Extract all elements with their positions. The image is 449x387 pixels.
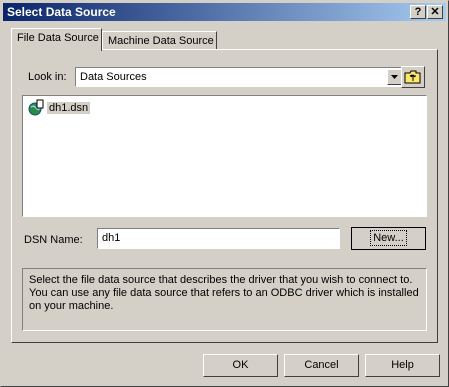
new-button[interactable]: New... — [351, 227, 426, 250]
help-button[interactable]: Help — [365, 354, 440, 377]
tab-panel: Look in: Data Sources dh1.dsn DSN Name: … — [11, 49, 438, 343]
new-button-label: New... — [370, 230, 407, 246]
tab-machine-data-source[interactable]: Machine Data Source — [102, 31, 217, 51]
description-box: Select the file data source that describ… — [22, 268, 427, 331]
help-label: Help — [391, 359, 414, 371]
folder-up-icon — [404, 70, 421, 84]
chevron-down-icon — [391, 75, 398, 79]
dsn-name-label: DSN Name: — [24, 234, 83, 246]
dsn-file-icon — [28, 99, 44, 116]
look-in-select[interactable]: Data Sources — [75, 67, 405, 87]
list-item-label: dh1.dsn — [47, 102, 91, 114]
ok-button[interactable]: OK — [203, 354, 278, 377]
window-title: Select Data Source — [7, 5, 116, 19]
up-one-level-button[interactable] — [401, 66, 425, 88]
close-title-button[interactable]: ✕ — [427, 5, 443, 19]
cancel-label: Cancel — [304, 359, 339, 371]
close-icon: ✕ — [430, 6, 440, 18]
question-icon: ? — [414, 6, 422, 18]
title-bar[interactable]: Select Data Source ? ✕ — [3, 3, 446, 21]
look-in-value: Data Sources — [80, 71, 147, 83]
ok-label: OK — [232, 359, 249, 371]
tab-file-data-source[interactable]: File Data Source — [11, 28, 102, 51]
dsn-name-field[interactable]: dh1 — [97, 228, 340, 249]
tab-label: Machine Data Source — [108, 35, 214, 47]
dsn-name-value: dh1 — [102, 232, 121, 244]
help-title-button[interactable]: ? — [410, 5, 426, 19]
dialog-window: Select Data Source ? ✕ File Data Source … — [0, 0, 449, 387]
file-list[interactable]: dh1.dsn — [22, 95, 427, 217]
cancel-button[interactable]: Cancel — [284, 354, 359, 377]
list-item[interactable]: dh1.dsn — [27, 99, 91, 117]
look-in-label: Look in: — [28, 71, 67, 83]
tab-label: File Data Source — [17, 32, 99, 44]
description-text: Select the file data source that describ… — [29, 274, 419, 312]
